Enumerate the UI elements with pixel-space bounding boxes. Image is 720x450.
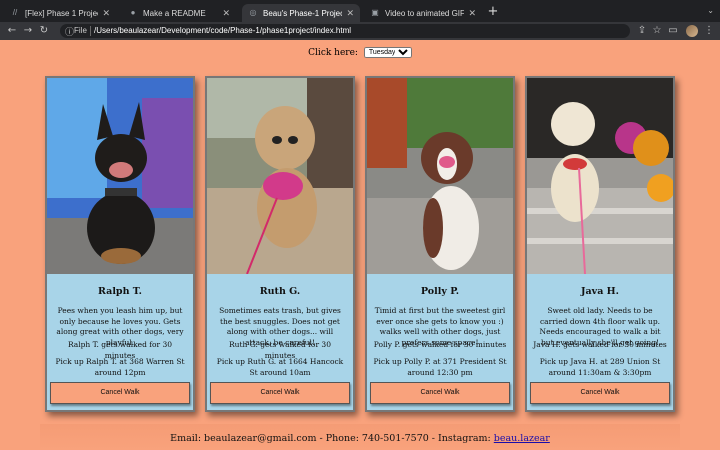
reload-icon[interactable]: ↻ [38,25,50,37]
address-separator [90,26,91,36]
tab-label: Beau's Phase-1 Project [263,8,343,18]
globe-icon: ◎ [249,8,257,17]
close-icon[interactable]: ✕ [468,8,476,19]
github-icon: ● [130,8,136,17]
page-body: Click here: Tuesday Ralph T. Pees when y… [0,40,720,450]
cancel-walk-button[interactable]: Cancel Walk [210,382,350,404]
tab-gif-converter[interactable]: ▣ Video to animated GIF converte ✕ [364,4,482,22]
browser-tab-bar: // [Flex] Phase 1 Project Review ✕ ● Mak… [0,0,720,22]
cancel-walk-button[interactable]: Cancel Walk [370,382,510,404]
dog-photo [47,78,193,274]
picker-label: Click here: [308,48,358,58]
sidebar-icon[interactable]: ▭ [667,25,679,37]
share-icon[interactable]: ⇪ [636,25,648,37]
address-scheme: File [74,26,87,35]
browser-toolbar: ← → ↻ ⓘ File /Users/beaulazear/Developme… [0,22,720,40]
cancel-walk-button[interactable]: Cancel Walk [50,382,190,404]
day-picker: Click here: Tuesday [0,47,720,58]
dog-photo [367,78,513,274]
cancel-walk-button[interactable]: Cancel Walk [530,382,670,404]
new-tab-button[interactable]: + [486,5,500,19]
dog-name: Ralph T. [98,286,142,297]
close-icon[interactable]: ✕ [102,8,110,19]
address-bar[interactable]: ⓘ File /Users/beaulazear/Development/cod… [60,24,630,38]
instagram-link[interactable]: beau.lazear [494,433,550,444]
contact-text: Email: beaulazear@gmail.com - Phone: 740… [170,433,494,444]
dog-card-java: Java H. Sweet old lady. Needs to be carr… [525,76,675,412]
dog-name: Ruth G. [259,286,301,297]
close-icon[interactable]: ✕ [346,8,354,19]
tab-search-icon[interactable]: ⌄ [707,6,714,15]
forward-icon[interactable]: → [22,25,34,37]
tab-make-readme[interactable]: ● Make a README ✕ [122,4,236,22]
back-icon[interactable]: ← [6,25,18,37]
tab-label: [Flex] Phase 1 Project Review [25,8,98,18]
walk-duration: Java H. gets walked for 30 minutes [533,340,667,349]
pickup-info: Pick up Ralph T. at 368 Warren St around… [55,357,185,377]
dog-name: Java H. [581,286,619,297]
tab-flex-review[interactable]: // [Flex] Phase 1 Project Review ✕ [4,4,116,22]
pickup-info: Pick up Ruth G. at 1664 Hancock St aroun… [216,357,344,377]
dog-card-polly: Polly P. Timid at first but the sweetest… [365,76,515,412]
info-icon[interactable]: ⓘ [65,25,74,38]
dog-card-ralph: Ralph T. Pees when you leash him up, but… [45,76,195,412]
dog-name: Polly P. [420,286,460,297]
walk-duration: Polly P. gets walked for 30 minutes [373,340,507,349]
gif-icon: ▣ [371,8,379,17]
close-icon[interactable]: ✕ [222,8,230,19]
profile-avatar[interactable] [686,25,698,37]
flatiron-icon: // [12,8,18,17]
dog-card-ruth: Ruth G. Sometimes eats trash, but gives … [205,76,355,412]
tab-label: Make a README [143,8,206,18]
contact-footer: Email: beaulazear@gmail.com - Phone: 740… [0,433,720,444]
day-select[interactable]: Tuesday [363,47,412,58]
pickup-info: Pick up Polly P. at 371 President St aro… [373,357,507,377]
menu-icon[interactable]: ⋮ [703,25,715,37]
pickup-info: Pick up Java H. at 289 Union St around 1… [539,357,661,377]
star-icon[interactable]: ☆ [651,25,663,37]
dog-photo [207,78,353,274]
tab-beaus-project[interactable]: ◎ Beau's Phase-1 Project ✕ [242,4,360,22]
dog-photo [527,78,673,274]
tab-label: Video to animated GIF converte [385,8,465,18]
address-url: /Users/beaulazear/Development/code/Phase… [94,26,352,35]
